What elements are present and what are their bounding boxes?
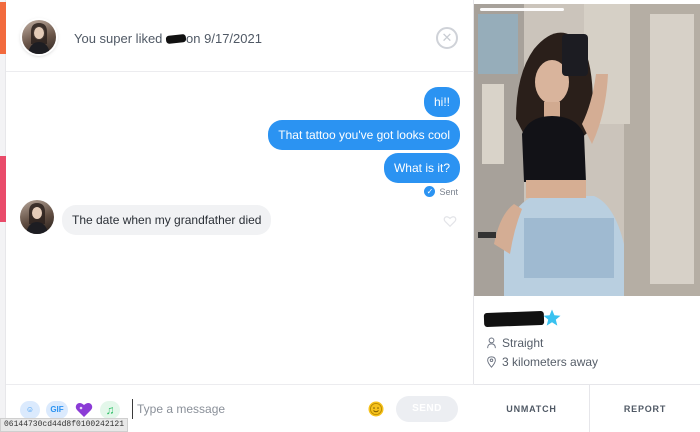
chat-header: You super liked on 9/17/2021 ✕ (6, 0, 474, 72)
distance-text: 3 kilometers away (502, 355, 599, 369)
incoming-avatar[interactable] (20, 200, 54, 234)
super-like-text-after: on 9/17/2021 (186, 31, 262, 46)
sticker-button[interactable]: ☺ (20, 401, 40, 419)
person-icon (487, 337, 496, 349)
incoming-message-1: The date when my grandfather died (62, 205, 272, 235)
send-button[interactable]: SEND (396, 396, 458, 422)
photo-progress-bar (480, 8, 564, 11)
avatar-photo-icon (28, 23, 50, 54)
orientation-row: Straight (486, 336, 543, 350)
redacted-name (165, 33, 187, 44)
redacted-profile-name (483, 310, 545, 328)
distance-row: 3 kilometers away (486, 355, 598, 369)
sent-status-label: Sent (439, 186, 458, 197)
profile-actions: UNMATCH REPORT (474, 384, 700, 432)
chat-panel: You super liked on 9/17/2021 ✕ hi!! That… (6, 0, 474, 432)
emoji-icon[interactable] (368, 401, 384, 417)
orientation-text: Straight (502, 336, 544, 350)
sent-status: ✓ Sent (424, 186, 458, 197)
message-input[interactable] (132, 399, 352, 419)
swipe-night-button[interactable] (74, 401, 94, 419)
location-pin-icon (487, 356, 496, 368)
sent-check-icon: ✓ (424, 186, 436, 197)
music-button[interactable]: ♫ (100, 401, 120, 419)
outgoing-message-3: What is it? (383, 153, 460, 183)
like-heart-icon[interactable] (443, 214, 457, 228)
profile-panel: Straight 3 kilometers away UNMATCH REPOR… (474, 0, 700, 432)
outgoing-message-1: hi!! (423, 87, 460, 117)
app-window: You super liked on 9/17/2021 ✕ hi!! That… (0, 0, 700, 432)
gif-button[interactable]: GIF (46, 401, 68, 419)
super-like-text-before: You super liked (74, 31, 163, 46)
profile-photo[interactable] (474, 4, 700, 296)
purple-heart-icon (75, 402, 93, 417)
super-like-star-icon (543, 309, 561, 326)
incoming-avatar-photo-icon (26, 203, 48, 234)
image-hash-label: 06144730cd44d8f0100242121 (0, 418, 129, 432)
report-button[interactable]: REPORT (590, 385, 700, 432)
unmatch-button[interactable]: UNMATCH (474, 385, 590, 432)
outgoing-message-2: That tattoo you've got looks cool (268, 120, 460, 150)
profile-photo-image (474, 4, 700, 296)
close-icon[interactable]: ✕ (436, 27, 458, 49)
message-list: hi!! That tattoo you've got looks cool W… (6, 72, 474, 384)
super-like-notice: You super liked on 9/17/2021 (74, 31, 262, 46)
match-avatar[interactable] (22, 20, 56, 54)
